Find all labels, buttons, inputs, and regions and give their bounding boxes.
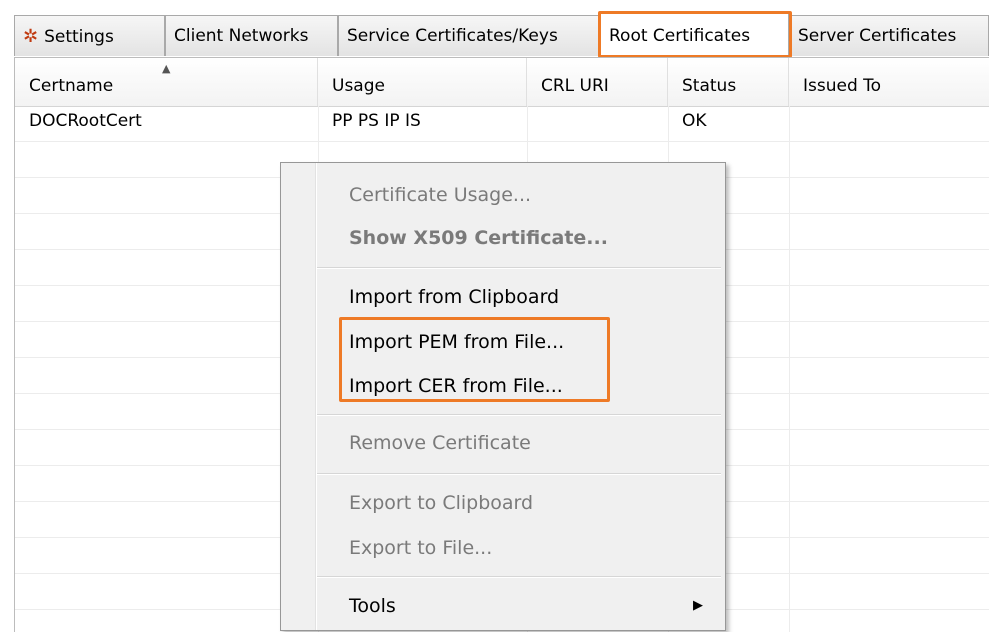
column-header-status[interactable]: Status [668,58,789,106]
menu-item-remove-certificate[interactable]: Remove Certificate [281,425,725,461]
cell-usage: PP PS IP IS [332,111,421,131]
cell-status: OK [682,111,707,131]
cell-certname: DOCRootCert [29,111,142,131]
menu-item-show-x509-certificate[interactable]: Show X509 Certificate... [281,220,725,256]
table-header: Certname ▲ Usage CRL URI Status Issued T… [15,58,989,107]
settings-gear-icon: ✲ [23,26,39,47]
menu-separator [317,576,721,578]
menu-separator [317,267,721,269]
sort-ascending-icon: ▲ [162,62,171,75]
menu-item-tools[interactable]: Tools ▶ [281,588,725,624]
menu-separator [317,414,721,416]
column-header-usage[interactable]: Usage [318,58,527,106]
menu-item-export-to-file[interactable]: Export to File... [281,530,725,566]
cell-crl-uri [527,106,668,142]
tab-service-certificates-keys[interactable]: Service Certificates/Keys [338,15,600,56]
menu-item-export-to-clipboard[interactable]: Export to Clipboard [281,485,725,521]
tab-client-networks[interactable]: Client Networks [165,15,338,56]
column-header-certname[interactable]: Certname ▲ [15,58,318,106]
tab-server-certificates[interactable]: Server Certificates [789,15,989,56]
table-row[interactable]: DOCRootCert PP PS IP IS OK [15,106,989,142]
cell-issued-to [789,106,989,142]
tab-bar: ✲ Settings Client Networks Service Certif… [0,0,989,58]
import-items-highlight-box [339,317,610,402]
submenu-arrow-icon: ▶ [693,598,703,613]
column-header-issued-to[interactable]: Issued To [789,58,989,106]
menu-separator [317,473,721,475]
tab-settings[interactable]: ✲ Settings [14,15,165,56]
menu-item-certificate-usage[interactable]: Certificate Usage... [281,177,725,213]
menu-item-import-from-clipboard[interactable]: Import from Clipboard [281,279,725,315]
tab-highlight-box [598,11,792,58]
column-header-crl-uri[interactable]: CRL URI [527,58,668,106]
